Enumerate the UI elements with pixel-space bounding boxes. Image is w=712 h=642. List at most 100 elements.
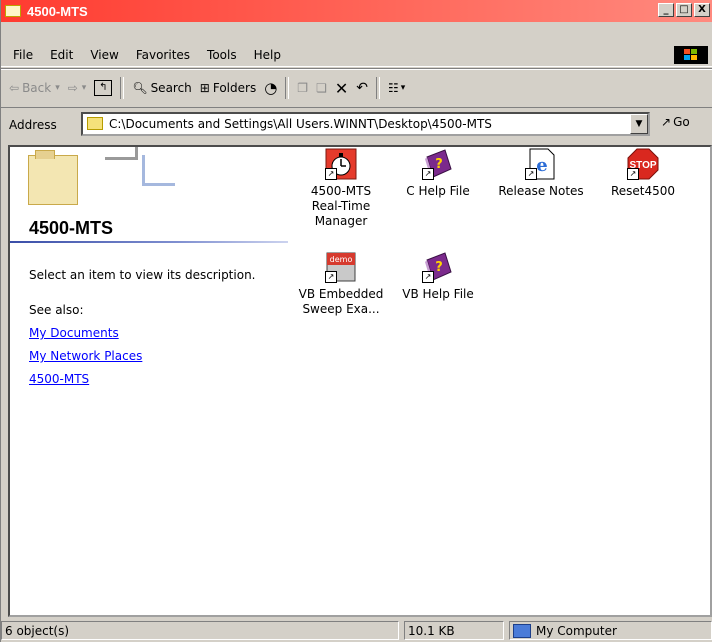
undo-icon: ↶ — [356, 80, 368, 96]
back-arrow-icon: ⇦ — [9, 81, 20, 95]
shortcut-arrow-icon: ↗ — [422, 271, 434, 283]
copy-to-button[interactable]: ❏ — [312, 81, 331, 95]
stop-sign-icon: STOP ↗ — [626, 147, 660, 181]
file-item[interactable]: demo ↗ VB Embedded Sweep Exa... — [291, 250, 391, 317]
address-value: C:\Documents and Settings\All Users.WINN… — [109, 117, 492, 131]
address-label: Address — [9, 118, 57, 132]
back-label: Back — [22, 81, 52, 95]
item-label: VB Embedded — [298, 287, 384, 301]
chevron-down-icon: ▾ — [55, 83, 60, 93]
item-label: C Help File — [406, 184, 470, 198]
menu-edit[interactable]: Edit — [47, 46, 76, 64]
item-label: Sweep Exa... — [302, 302, 380, 316]
status-location: My Computer — [536, 623, 617, 638]
shortcut-arrow-icon: ↗ — [325, 271, 337, 283]
status-zone: My Computer — [509, 621, 712, 640]
link-my-network-places[interactable]: My Network Places — [29, 349, 142, 363]
link-4500-mts[interactable]: 4500-MTS — [29, 372, 89, 386]
delete-x-icon: ✕ — [334, 78, 349, 98]
divider — [10, 241, 288, 243]
history-button[interactable]: ◔ — [260, 79, 281, 97]
forward-button[interactable]: ⇨ ▾ — [64, 81, 91, 95]
folder-graphic-icon — [28, 150, 78, 205]
folder-view: 4500-MTS Select an item to view its desc… — [8, 145, 712, 617]
svg-text:e: e — [536, 155, 547, 176]
file-item[interactable]: ? ↗ VB Help File — [388, 250, 488, 302]
menu-file[interactable]: File — [10, 46, 36, 64]
file-item[interactable]: ↗ 4500-MTS Real-Time Manager — [291, 147, 391, 229]
back-button[interactable]: ⇦ Back ▾ — [5, 81, 64, 95]
web-view-pane: 4500-MTS Select an item to view its desc… — [10, 147, 292, 615]
folder-icon — [87, 117, 103, 130]
svg-text:demo: demo — [330, 255, 353, 264]
up-folder-button[interactable]: ↰ — [90, 80, 116, 96]
link-my-documents[interactable]: My Documents — [29, 326, 119, 340]
address-input[interactable]: C:\Documents and Settings\All Users.WINN… — [81, 112, 650, 136]
minimize-button[interactable]: _ — [658, 3, 674, 17]
views-button[interactable]: ☷ ▾ — [384, 81, 409, 95]
menu-help[interactable]: Help — [251, 46, 284, 64]
svg-text:?: ? — [435, 157, 443, 172]
see-also-label: See also: — [29, 303, 84, 317]
shortcut-arrow-icon: ↗ — [422, 168, 434, 180]
demo-icon: demo ↗ — [324, 250, 358, 284]
chevron-down-icon: ▾ — [400, 83, 406, 93]
description-text: Select an item to view its description. — [29, 268, 256, 282]
menu-view[interactable]: View — [87, 46, 121, 64]
address-dropdown-button[interactable]: ▼ — [630, 114, 648, 134]
help-book-icon: ? ↗ — [421, 147, 455, 181]
folders-button[interactable]: ⊞ Folders — [196, 81, 260, 95]
window-title: 4500-MTS — [27, 3, 88, 19]
copy-to-icon: ❏ — [316, 81, 327, 95]
status-bar: 6 object(s) 10.1 KB My Computer — [1, 619, 712, 642]
file-item[interactable]: ? ↗ C Help File — [388, 147, 488, 199]
chevron-down-icon: ▾ — [81, 83, 87, 93]
toolbar: ⇦ Back ▾ ⇨ ▾ ↰ 🔍︎ Search ⊞ Folders ◔ ❐ ❏… — [1, 68, 712, 108]
folders-label: Folders — [212, 81, 257, 95]
pane-title: 4500-MTS — [29, 218, 114, 238]
menu-favorites[interactable]: Favorites — [133, 46, 193, 64]
go-arrow-icon: ↗ — [661, 115, 672, 129]
search-icon: 🔍︎ — [132, 81, 148, 95]
maximize-button[interactable]: □ — [676, 3, 692, 17]
title-bar[interactable]: 4500-MTS _ □ X — [1, 0, 712, 22]
search-label: Search — [150, 81, 192, 95]
menu-bar: File Edit View Favorites Tools Help — [1, 44, 712, 67]
file-item[interactable]: STOP ↗ Reset4500 — [593, 147, 693, 199]
item-label: Real-Time — [311, 199, 371, 213]
go-button[interactable]: ↗ Go — [661, 115, 690, 129]
history-icon: ◔ — [264, 79, 278, 97]
shortcut-arrow-icon: ↗ — [325, 168, 337, 180]
item-label: Manager — [314, 214, 368, 228]
up-folder-icon: ↰ — [94, 80, 113, 96]
close-button[interactable]: X — [694, 3, 710, 17]
explorer-window: 4500-MTS _ □ X File Edit View Favorites … — [0, 0, 712, 642]
menu-tools[interactable]: Tools — [204, 46, 240, 64]
views-icon: ☷ — [387, 81, 399, 95]
stopwatch-icon: ↗ — [324, 147, 358, 181]
toolbar-separator — [120, 77, 125, 99]
help-book-icon: ? ↗ — [421, 250, 455, 284]
toolbar-separator — [375, 77, 380, 99]
windows-logo-icon — [674, 46, 708, 64]
shortcut-arrow-icon: ↗ — [627, 168, 639, 180]
move-to-button[interactable]: ❐ — [293, 81, 312, 95]
undo-button[interactable]: ↶ — [352, 80, 372, 96]
item-label: Release Notes — [498, 184, 584, 198]
delete-button[interactable]: ✕ — [331, 79, 352, 98]
file-item[interactable]: e ↗ Release Notes — [491, 147, 591, 199]
computer-icon — [513, 623, 531, 638]
forward-arrow-icon: ⇨ — [67, 81, 78, 95]
move-to-icon: ❐ — [297, 81, 309, 95]
go-label: Go — [673, 115, 690, 129]
toolbar-separator — [285, 77, 290, 99]
item-label: 4500-MTS — [310, 184, 372, 198]
folders-icon: ⊞ — [199, 81, 210, 95]
decorative-frame — [142, 155, 175, 186]
svg-text:?: ? — [435, 260, 443, 275]
search-button[interactable]: 🔍︎ Search — [128, 81, 195, 95]
status-size: 10.1 KB — [404, 621, 504, 640]
item-label: Reset4500 — [610, 184, 676, 198]
shortcut-arrow-icon: ↗ — [525, 168, 537, 180]
folder-icon — [5, 5, 21, 17]
